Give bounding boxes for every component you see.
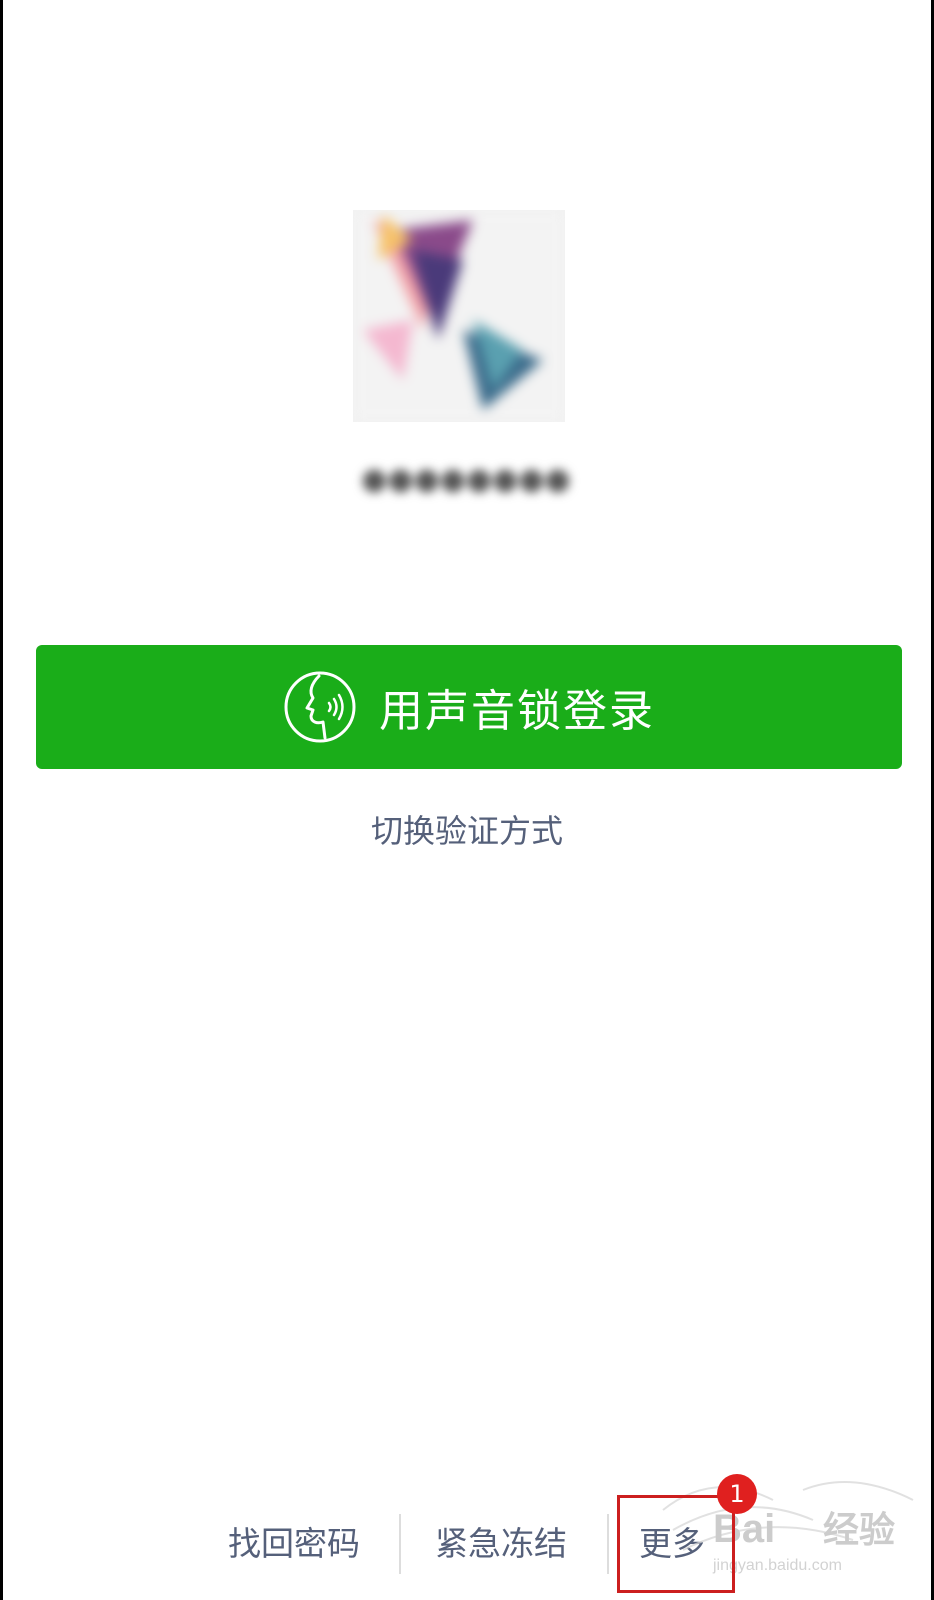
blurred-profile-avatar-icon — [353, 210, 565, 422]
footer-divider — [399, 1514, 401, 1574]
more-highlight-box — [617, 1495, 735, 1593]
voice-lock-login-label: 用声音锁登录 — [379, 686, 655, 737]
voice-lock-login-button[interactable]: 用声音锁登录 — [36, 645, 902, 769]
svg-text:经验: 经验 — [823, 1509, 895, 1550]
avatar — [353, 210, 565, 422]
footer-divider — [607, 1514, 609, 1574]
emergency-freeze-link[interactable]: 紧急冻结 — [435, 1508, 567, 1580]
nickname: ●●●●●●●● — [361, 462, 571, 497]
more-notification-badge: 1 — [717, 1474, 757, 1514]
login-screen: ●●●●●●●● 用声音锁登录 切换验证方式 找回密码 紧急冻结 更多 Bai … — [3, 0, 931, 1600]
switch-verification-method-link[interactable]: 切换验证方式 — [3, 806, 931, 852]
voice-lock-face-icon — [283, 670, 357, 744]
recover-password-link[interactable]: 找回密码 — [228, 1508, 360, 1580]
